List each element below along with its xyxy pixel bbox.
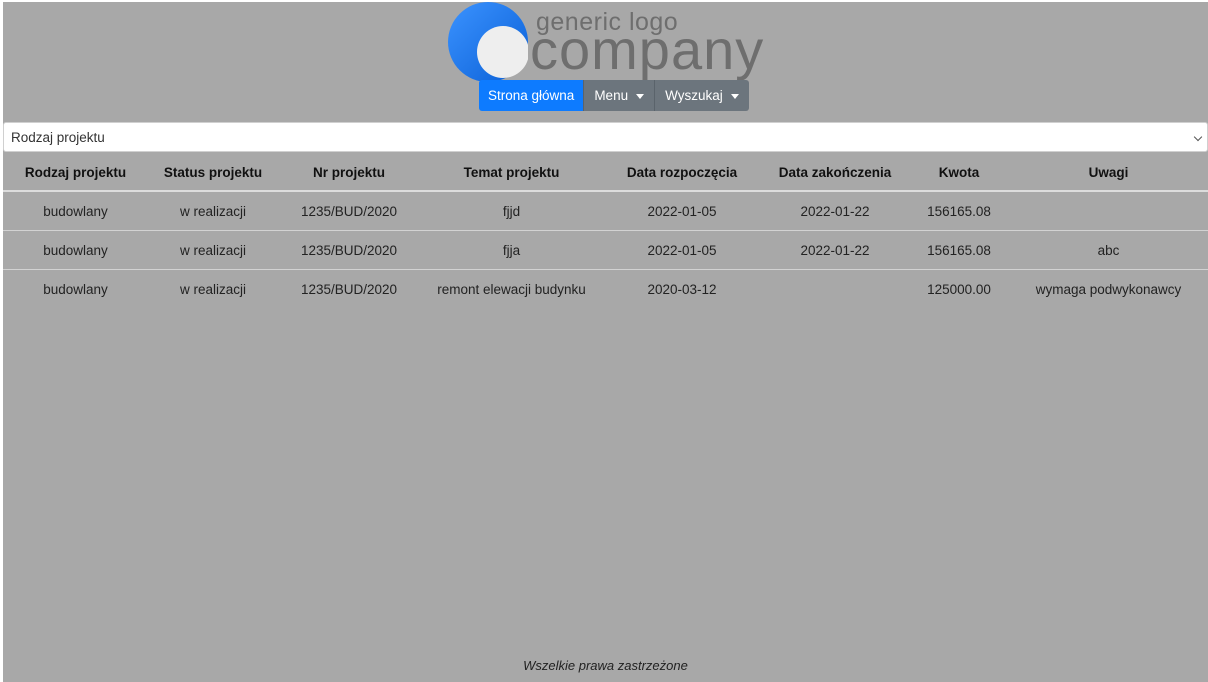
table-row[interactable]: budowlany w realizacji 1235/BUD/2020 fjj… <box>3 230 1208 270</box>
table-cell: w realizacji <box>148 191 278 231</box>
table-cell: 2020-03-12 <box>647 281 717 297</box>
menu-dropdown-button[interactable]: Menu <box>583 80 655 111</box>
table-cell: fjja <box>420 230 603 270</box>
table-cell: 2022-01-22 <box>761 230 909 270</box>
column-header[interactable]: Uwagi <box>1009 154 1208 192</box>
table-cell: w realizacji <box>148 230 278 270</box>
table-cell: 156165.08 <box>909 191 1009 231</box>
caret-down-icon <box>730 93 739 99</box>
table-cell: abc <box>1009 230 1208 270</box>
caret-down-icon <box>636 93 645 99</box>
home-button[interactable]: Strona główna <box>479 80 584 111</box>
column-header[interactable]: Nr projektu <box>278 154 420 192</box>
projects-table: Rodzaj projektu Status projektu Nr proje… <box>3 154 1208 308</box>
table-cell: 2022-01-05 <box>603 191 761 231</box>
table-cell: budowlany <box>3 191 148 231</box>
table-cell: 2022-01-22 <box>761 191 909 231</box>
column-header[interactable]: Kwota <box>909 154 1009 192</box>
table-cell: 1235/BUD/2020 <box>278 191 420 231</box>
menu-button-label: Menu <box>594 88 629 103</box>
table-cell: 1235/BUD/2020 <box>278 230 420 270</box>
chevron-down-icon <box>1193 132 1203 142</box>
column-header[interactable]: Data rozpoczęcia <box>603 154 761 192</box>
logo-text-big: company <box>530 18 765 81</box>
table-row[interactable]: budowlany w realizacji 1235/BUD/2020 fjj… <box>3 191 1208 231</box>
project-type-select-value: Rodzaj projektu <box>11 129 105 145</box>
column-header[interactable]: Rodzaj projektu <box>3 154 148 192</box>
table-cell: fjjd <box>420 191 603 231</box>
nav-bar: Strona główna Menu Wyszukaj <box>479 80 749 111</box>
column-header[interactable]: Temat projektu <box>420 154 603 192</box>
table-cell: budowlany <box>3 230 148 270</box>
table-cell <box>761 270 909 309</box>
column-header[interactable]: Status projektu <box>148 154 278 192</box>
project-type-select[interactable]: Rodzaj projektu <box>3 122 1208 152</box>
table-cell: 156165.08 <box>909 230 1009 270</box>
search-button-label: Wyszukaj <box>665 88 723 103</box>
table-cell <box>1009 191 1208 231</box>
table-cell: wymaga podwykonawcy <box>1035 281 1182 297</box>
table-row[interactable]: budowlany w realizacji 1235/BUD/2020 rem… <box>3 270 1208 309</box>
page-background: generic logo company Strona główna Menu … <box>3 2 1208 682</box>
table-cell: budowlany <box>43 281 108 297</box>
company-logo[interactable]: generic logo company <box>448 2 778 82</box>
table-header-row: Rodzaj projektu Status projektu Nr proje… <box>3 154 1208 192</box>
table-cell: 2022-01-05 <box>603 230 761 270</box>
footer-copyright: Wszelkie prawa zastrzeżone <box>523 658 688 673</box>
table-cell: w realizacji <box>179 281 247 297</box>
column-header[interactable]: Data zakończenia <box>761 154 909 192</box>
search-dropdown-button[interactable]: Wyszukaj <box>654 80 749 111</box>
table-cell: 125000.00 <box>927 281 991 297</box>
table-cell: remont elewacji budynku <box>437 281 586 297</box>
table-cell: 1235/BUD/2020 <box>300 281 398 297</box>
home-button-label: Strona główna <box>488 88 575 103</box>
logo-circle-icon <box>448 2 528 82</box>
